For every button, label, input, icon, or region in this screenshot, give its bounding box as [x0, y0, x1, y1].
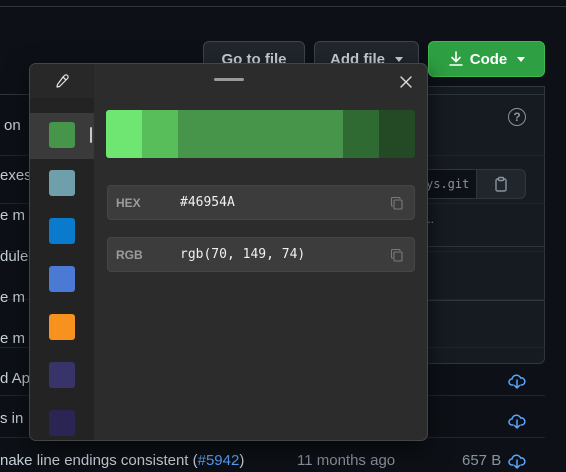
cloud-download-icon[interactable]	[508, 372, 526, 390]
dropdown-divider	[421, 246, 545, 247]
shade-swatch[interactable]	[106, 110, 142, 158]
history-swatch[interactable]	[49, 218, 75, 244]
hex-value[interactable]: #46954A	[180, 195, 235, 210]
chevron-down-icon	[395, 56, 403, 62]
color-history-sidebar	[30, 64, 94, 440]
code-dropdown-panel	[421, 86, 545, 364]
commit-message-suffix: )	[239, 452, 245, 469]
rgb-value-row[interactable]: RGB rgb(70, 149, 74)	[107, 237, 415, 272]
history-swatch[interactable]	[49, 266, 75, 292]
list-item[interactable]: d Ap	[0, 370, 30, 387]
chevron-down-icon	[517, 56, 526, 62]
rgb-value[interactable]: rgb(70, 149, 74)	[180, 247, 305, 262]
cloud-download-icon[interactable]	[508, 412, 526, 430]
clone-url-input[interactable]: ys.git	[421, 169, 477, 199]
history-swatch[interactable]	[49, 314, 75, 340]
download-icon	[448, 51, 463, 66]
copy-icon[interactable]	[390, 248, 404, 262]
shade-swatch[interactable]	[142, 110, 178, 158]
commit-age: 11 months ago	[297, 452, 396, 469]
shade-strip	[106, 110, 415, 158]
cloud-download-icon[interactable]	[508, 452, 526, 470]
history-swatch[interactable]	[49, 170, 75, 196]
code-button[interactable]: Code	[428, 41, 545, 77]
dropdown-divider	[421, 300, 545, 301]
list-item[interactable]: dule	[0, 248, 28, 265]
list-item[interactable]: on	[4, 117, 21, 134]
color-picker-window: HEX #46954A RGB rgb(70, 149, 74)	[29, 63, 428, 441]
eyedropper-icon	[56, 74, 69, 88]
history-swatch[interactable]	[49, 122, 75, 148]
close-icon	[400, 76, 412, 88]
header-divider	[0, 6, 566, 7]
list-item[interactable]: exes	[0, 167, 32, 184]
rgb-label: RGB	[116, 248, 143, 262]
hex-value-row[interactable]: HEX #46954A	[107, 185, 415, 220]
clipboard-icon	[495, 176, 507, 192]
history-swatch[interactable]	[49, 362, 75, 388]
eyedropper-button[interactable]	[30, 64, 94, 98]
help-icon[interactable]: ?	[508, 108, 526, 126]
drag-handle[interactable]	[214, 78, 244, 81]
copy-clone-url-button[interactable]	[476, 169, 526, 199]
shade-swatch[interactable]	[260, 110, 343, 158]
code-button-label: Code	[469, 50, 508, 68]
list-item[interactable]: e m	[0, 289, 25, 306]
list-item[interactable]: e m	[0, 207, 25, 224]
commit-message-text: nake line endings consistent (	[0, 452, 198, 469]
history-swatch[interactable]	[49, 410, 75, 436]
shade-swatch[interactable]	[379, 110, 415, 158]
copy-icon[interactable]	[390, 196, 404, 210]
last-commit-message[interactable]: nake line endings consistent (#5942)	[0, 452, 244, 469]
list-item[interactable]: e m	[0, 330, 25, 347]
close-button[interactable]	[394, 70, 418, 94]
hex-label: HEX	[116, 196, 141, 210]
shade-swatch[interactable]	[178, 110, 260, 158]
shade-swatch[interactable]	[343, 110, 379, 158]
list-item[interactable]: s in	[0, 410, 23, 427]
selection-indicator	[90, 127, 92, 143]
file-size: 657 B	[462, 452, 502, 469]
pr-link[interactable]: #5942	[198, 452, 240, 469]
